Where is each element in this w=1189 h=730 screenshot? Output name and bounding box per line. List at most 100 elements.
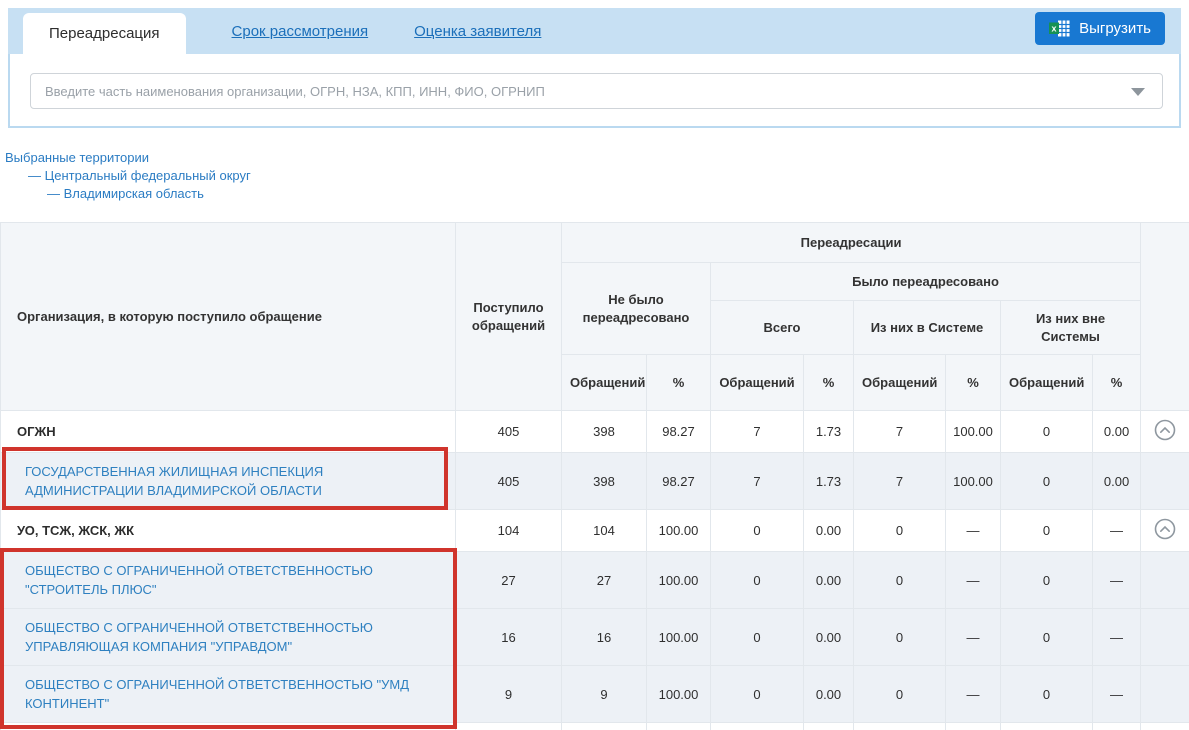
cell-value: 100.00 bbox=[647, 510, 711, 552]
table-row-partial bbox=[1, 723, 1189, 730]
cell-value: 0.00 bbox=[1093, 453, 1141, 510]
table-row-gzhi: ГОСУДАРСТВЕННАЯ ЖИЛИЩНАЯ ИНСПЕКЦИЯ АДМИН… bbox=[1, 453, 1189, 510]
cell-value: 7 bbox=[854, 453, 946, 510]
cell-value: — bbox=[1093, 609, 1141, 666]
organization-link[interactable]: ГОСУДАРСТВЕННАЯ ЖИЛИЩНАЯ ИНСПЕКЦИЯ АДМИН… bbox=[25, 464, 323, 498]
cell-value: 1.73 bbox=[804, 453, 854, 510]
cell-value: 0.00 bbox=[804, 510, 854, 552]
excel-icon: x bbox=[1049, 20, 1070, 37]
cell-value: 405 bbox=[456, 411, 562, 453]
cell-value: 0 bbox=[1001, 453, 1093, 510]
cell-value: 0 bbox=[854, 609, 946, 666]
tab-applicant-rating[interactable]: Оценка заявителя bbox=[414, 23, 541, 40]
collapse-group-button[interactable] bbox=[1154, 518, 1176, 540]
cell-value: 0 bbox=[1001, 666, 1093, 723]
cell-value: 9 bbox=[456, 666, 562, 723]
cell-value: 1.73 bbox=[804, 411, 854, 453]
col-header-toggle bbox=[1141, 223, 1189, 411]
redirection-report-table: Организация, в которую поступило обращен… bbox=[0, 222, 1189, 730]
cell-value: 398 bbox=[562, 411, 647, 453]
cell-value: 0 bbox=[711, 552, 804, 609]
cell-value: 104 bbox=[562, 510, 647, 552]
cell-value: 100.00 bbox=[946, 453, 1001, 510]
cell-value: 0 bbox=[854, 552, 946, 609]
cell-value: 104 bbox=[456, 510, 562, 552]
cell-value: 0.00 bbox=[804, 609, 854, 666]
search-panel bbox=[10, 54, 1179, 109]
cell-value: 0 bbox=[854, 510, 946, 552]
org-group-name: УО, ТСЖ, ЖСК, ЖК bbox=[1, 510, 456, 552]
cell-value: 0 bbox=[711, 510, 804, 552]
cell-value: 100.00 bbox=[647, 609, 711, 666]
organization-link[interactable]: ОБЩЕСТВО С ОГРАНИЧЕННОЙ ОТВЕТСТВЕННОСТЬЮ… bbox=[25, 677, 409, 711]
cell-value: 16 bbox=[456, 609, 562, 666]
filter-panel: Переадресация Срок рассмотрения Оценка з… bbox=[8, 8, 1181, 128]
cell-value: 100.00 bbox=[647, 552, 711, 609]
col-header-appeals: Обращений bbox=[711, 355, 804, 411]
col-header-appeals: Обращений bbox=[854, 355, 946, 411]
col-header-organization: Организация, в которую поступило обращен… bbox=[1, 223, 456, 411]
cell-value: — bbox=[946, 609, 1001, 666]
col-header-total: Всего bbox=[711, 301, 854, 355]
table-row-group-uo: УО, ТСЖ, ЖСК, ЖК 104 104 100.00 0 0.00 0… bbox=[1, 510, 1189, 552]
organization-link[interactable]: ОБЩЕСТВО С ОГРАНИЧЕННОЙ ОТВЕТСТВЕННОСТЬЮ… bbox=[25, 620, 373, 654]
org-group-name: ОГЖН bbox=[1, 411, 456, 453]
organization-search-input[interactable] bbox=[30, 73, 1163, 109]
table-row-umd-kontinent: ОБЩЕСТВО С ОГРАНИЧЕННОЙ ОТВЕТСТВЕННОСТЬЮ… bbox=[1, 666, 1189, 723]
cell-value: 98.27 bbox=[647, 453, 711, 510]
cell-value: — bbox=[946, 552, 1001, 609]
tab-review-period[interactable]: Срок рассмотрения bbox=[232, 23, 369, 40]
organization-link[interactable]: ОБЩЕСТВО С ОГРАНИЧЕННОЙ ОТВЕТСТВЕННОСТЬЮ… bbox=[25, 563, 373, 597]
cell-value: 398 bbox=[562, 453, 647, 510]
cell-value: 0.00 bbox=[804, 552, 854, 609]
cell-value: 405 bbox=[456, 453, 562, 510]
cell-value: 27 bbox=[456, 552, 562, 609]
cell-value: 98.27 bbox=[647, 411, 711, 453]
territory-item-federal-district[interactable]: — Центральный федеральный округ bbox=[28, 167, 251, 185]
cell-value: 0 bbox=[1001, 411, 1093, 453]
cell-value: 27 bbox=[562, 552, 647, 609]
cell-value: — bbox=[946, 510, 1001, 552]
tab-bar: Переадресация Срок рассмотрения Оценка з… bbox=[8, 8, 1181, 54]
col-header-out-system: Из них вне Системы bbox=[1001, 301, 1141, 355]
cell-value: 100.00 bbox=[946, 411, 1001, 453]
col-header-in-system: Из них в Системе bbox=[854, 301, 1001, 355]
cell-value: 16 bbox=[562, 609, 647, 666]
table-row-stroitel-plus: ОБЩЕСТВО С ОГРАНИЧЕННОЙ ОТВЕТСТВЕННОСТЬЮ… bbox=[1, 552, 1189, 609]
territories-title[interactable]: Выбранные территории bbox=[5, 149, 251, 167]
svg-text:x: x bbox=[1052, 24, 1057, 34]
col-header-percent: % bbox=[1093, 355, 1141, 411]
search-dropdown-icon[interactable] bbox=[1131, 88, 1145, 96]
cell-value: — bbox=[1093, 510, 1141, 552]
col-header-appeals: Обращений bbox=[562, 355, 647, 411]
table-row-group-ogzhn: ОГЖН 405 398 98.27 7 1.73 7 100.00 0 0.0… bbox=[1, 411, 1189, 453]
cell-value: 7 bbox=[711, 453, 804, 510]
collapse-group-button[interactable] bbox=[1154, 419, 1176, 441]
cell-value: 0.00 bbox=[804, 666, 854, 723]
territory-item-region[interactable]: — Владимирская область bbox=[47, 185, 251, 203]
cell-value: — bbox=[1093, 552, 1141, 609]
col-header-redirected: Было переадресовано bbox=[711, 263, 1141, 301]
cell-value: 0 bbox=[711, 666, 804, 723]
chevron-up-circle-icon bbox=[1154, 518, 1176, 540]
export-button-label: Выгрузить bbox=[1079, 20, 1151, 37]
col-header-not-redirected: Не было переадресовано bbox=[562, 263, 711, 355]
cell-value: 9 bbox=[562, 666, 647, 723]
cell-value: 7 bbox=[711, 411, 804, 453]
col-header-redirections: Переадресации bbox=[562, 223, 1141, 263]
cell-value: 100.00 bbox=[647, 666, 711, 723]
cell-value: 0 bbox=[854, 666, 946, 723]
col-header-appeals: Обращений bbox=[1001, 355, 1093, 411]
tab-redirection[interactable]: Переадресация bbox=[23, 13, 186, 54]
cell-value: — bbox=[1093, 666, 1141, 723]
cell-value: 7 bbox=[854, 411, 946, 453]
chevron-up-circle-icon bbox=[1154, 419, 1176, 441]
selected-territories: Выбранные территории — Центральный федер… bbox=[5, 149, 251, 203]
col-header-percent: % bbox=[804, 355, 854, 411]
cell-value: 0.00 bbox=[1093, 411, 1141, 453]
export-button[interactable]: x Выгрузить bbox=[1035, 12, 1165, 45]
col-header-received: Поступило обращений bbox=[456, 223, 562, 411]
cell-value: 0 bbox=[1001, 609, 1093, 666]
cell-value: 0 bbox=[1001, 510, 1093, 552]
cell-value: — bbox=[946, 666, 1001, 723]
